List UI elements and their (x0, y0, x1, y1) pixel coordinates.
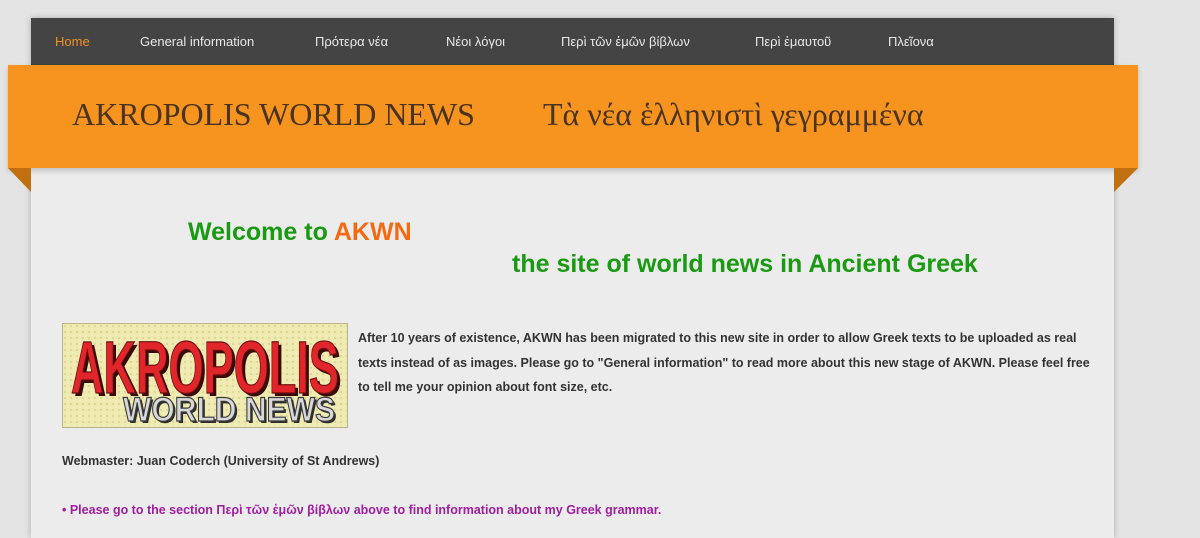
welcome-accent: AKWN (333, 218, 412, 246)
tagline-heading: the site of world news in Ancient Greek (512, 250, 978, 278)
logo-text-world-news: WORLD NEWS (123, 391, 335, 427)
banner-fold-right (1114, 168, 1138, 192)
webmaster-credit: Webmaster: Juan Coderch (University of S… (62, 454, 380, 468)
nav-item-home[interactable]: Home (55, 34, 90, 49)
nav-item-more[interactable]: Πλεῖονα (888, 34, 934, 49)
welcome-prefix: Welcome to (188, 218, 334, 246)
top-navigation: Home General information Πρότερα νέα Νέο… (31, 18, 1114, 66)
site-subtitle: Τὰ νέα ἑλληνιστὶ γεγραμμένα (543, 96, 924, 132)
nav-item-general-information[interactable]: General information (140, 34, 254, 49)
nav-item-earlier-news[interactable]: Πρότερα νέα (315, 34, 388, 49)
nav-item-about-me[interactable]: Περὶ ἐμαυτοῦ (755, 34, 831, 49)
site-title: AKROPOLIS WORLD NEWS (72, 96, 475, 132)
grammar-note-link[interactable]: • Please go to the section Περὶ τῶν ἐμῶν… (62, 503, 661, 517)
banner-fold-left (8, 168, 31, 192)
intro-paragraph: After 10 years of existence, AKWN has be… (358, 331, 1090, 394)
akropolis-world-news-logo: AKROPOLIS AKROPOLIS WORLD NEWS WORLD NEW… (62, 323, 348, 428)
nav-item-new-texts[interactable]: Νέοι λόγοι (446, 34, 505, 49)
welcome-heading: Welcome to AKWN (188, 218, 412, 247)
nav-item-my-books[interactable]: Περὶ τῶν ἐμῶν βίβλων (561, 34, 690, 49)
